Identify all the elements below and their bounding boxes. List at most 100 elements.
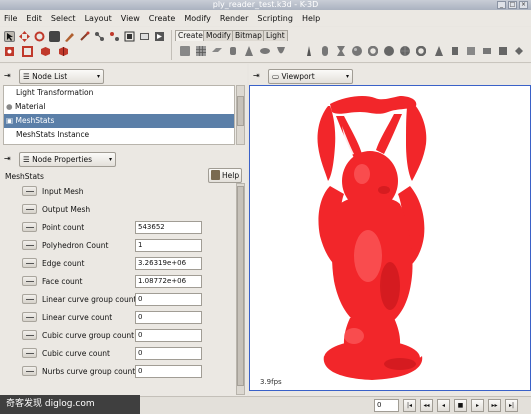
unparent-tool-icon[interactable] [109, 31, 120, 42]
menu-select[interactable]: Select [51, 14, 76, 23]
select-edges-icon[interactable] [22, 46, 33, 57]
minimize-button[interactable]: _ [497, 1, 506, 9]
rewind-button[interactable]: ◂◂ [420, 399, 433, 412]
connector-icon[interactable] [22, 366, 37, 376]
snap-tool-icon[interactable] [124, 31, 135, 42]
list-item[interactable]: ● Material [4, 100, 234, 114]
go-to-start-button[interactable]: |◂ [403, 399, 416, 412]
list-item[interactable]: Light Transformation [4, 86, 234, 100]
create-polytorus-icon[interactable] [415, 45, 427, 57]
menu-create[interactable]: Create [149, 14, 176, 23]
connector-icon[interactable] [22, 204, 37, 214]
node-list-scrollbar[interactable] [236, 85, 245, 145]
property-value-field[interactable]: 3.26319e+06 [135, 257, 202, 270]
connector-icon[interactable] [22, 258, 37, 268]
tab-create[interactable]: Create [175, 30, 206, 41]
connector-icon[interactable] [22, 222, 37, 232]
list-item[interactable]: MeshStats Instance [4, 128, 234, 142]
select-faces-icon[interactable] [40, 46, 51, 57]
property-value-field[interactable]: 0 [135, 329, 202, 342]
create-sphere-icon[interactable] [352, 46, 362, 56]
property-value-field[interactable]: 0 [135, 293, 202, 306]
scrollbar-thumb[interactable] [237, 186, 244, 386]
move-tool-icon[interactable] [19, 31, 30, 42]
paint-tool-icon[interactable] [64, 31, 75, 42]
menu-layout[interactable]: Layout [85, 14, 112, 23]
scrollbar-thumb[interactable] [237, 96, 244, 126]
parent-tool-icon[interactable] [94, 31, 105, 42]
viewport-panel-selector[interactable]: ▭ Viewport ▾ [268, 68, 353, 84]
frame-field[interactable]: 0 [374, 399, 399, 412]
node-properties-header: ⇥ ☰ Node Properties ▾ [0, 149, 247, 169]
create-plane-icon[interactable] [212, 46, 222, 56]
menu-file[interactable]: File [4, 14, 17, 23]
create-polydisk-icon[interactable] [482, 46, 492, 56]
property-value-field[interactable]: 0 [135, 347, 202, 360]
tab-modify[interactable]: Modify [203, 30, 234, 41]
play-reverse-button[interactable]: ◂ [437, 399, 450, 412]
connector-icon[interactable] [22, 348, 37, 358]
scale-tool-icon[interactable] [49, 31, 60, 42]
maximize-button[interactable]: □ [508, 1, 517, 9]
create-polycylinder-icon[interactable] [450, 46, 460, 56]
node-properties-panel-selector[interactable]: ☰ Node Properties ▾ [19, 151, 116, 167]
property-value-field[interactable]: 0 [135, 365, 202, 378]
create-point-light-icon[interactable] [304, 46, 314, 56]
create-cylinder-icon[interactable] [228, 46, 238, 56]
create-paraboloid-icon[interactable] [276, 46, 286, 56]
tab-bitmap[interactable]: Bitmap [232, 30, 265, 41]
properties-scrollbar[interactable] [236, 183, 245, 395]
stop-button[interactable]: ■ [454, 399, 467, 412]
select-tool-icon[interactable] [4, 31, 15, 42]
fast-forward-button[interactable]: ▸▸ [488, 399, 501, 412]
menu-render[interactable]: Render [220, 14, 248, 23]
rotate-tool-icon[interactable] [34, 31, 45, 42]
list-item-selected[interactable]: ▣ MeshStats [4, 114, 234, 128]
create-grid-icon[interactable] [196, 46, 206, 56]
pin-icon[interactable]: ⇥ [253, 72, 263, 80]
create-teapot-icon[interactable] [400, 46, 410, 56]
create-capsule-icon[interactable] [320, 46, 330, 56]
create-polysphere-icon[interactable] [384, 46, 394, 56]
property-label: Output Mesh [42, 205, 91, 214]
create-disk-icon[interactable] [260, 46, 270, 56]
property-value-field[interactable]: 0 [135, 311, 202, 324]
pin-icon[interactable]: ⇥ [4, 155, 14, 163]
property-value-field[interactable]: 1 [135, 239, 202, 252]
play-button[interactable]: ▸ [471, 399, 484, 412]
connector-icon[interactable] [22, 276, 37, 286]
select-nodes-icon[interactable] [58, 46, 69, 57]
connector-icon[interactable] [22, 240, 37, 250]
connector-icon[interactable] [22, 294, 37, 304]
viewport-canvas[interactable]: 3.9fps [249, 85, 531, 391]
render-frame-icon[interactable] [154, 31, 165, 42]
connector-icon[interactable] [22, 312, 37, 322]
go-to-end-button[interactable]: ▸| [505, 399, 518, 412]
connector-icon[interactable] [22, 186, 37, 196]
pin-icon[interactable]: ⇥ [4, 72, 14, 80]
tweak-tool-icon[interactable] [79, 31, 90, 42]
node-list-panel-selector[interactable]: ☰ Node List ▾ [19, 68, 104, 84]
create-polycube-icon[interactable] [498, 46, 508, 56]
create-more-icon[interactable] [514, 46, 524, 56]
menu-scripting[interactable]: Scripting [257, 14, 293, 23]
create-polygrid-icon[interactable] [466, 46, 476, 56]
menu-edit[interactable]: Edit [26, 14, 42, 23]
create-cube-icon[interactable] [180, 46, 190, 56]
select-points-icon[interactable] [4, 46, 15, 57]
menu-modify[interactable]: Modify [184, 14, 211, 23]
property-value-field[interactable]: 543652 [135, 221, 202, 234]
menu-help[interactable]: Help [302, 14, 320, 23]
tab-light[interactable]: Light [263, 30, 288, 41]
create-polycone-icon[interactable] [434, 46, 444, 56]
create-cone-icon[interactable] [244, 46, 254, 56]
create-hyperboloid-icon[interactable] [336, 46, 346, 56]
property-label: Face count [42, 277, 83, 286]
render-preview-icon[interactable] [139, 31, 150, 42]
create-torus-icon[interactable] [367, 45, 379, 57]
menu-view[interactable]: View [121, 14, 140, 23]
connector-icon[interactable] [22, 330, 37, 340]
property-value-field[interactable]: 1.08772e+06 [135, 275, 202, 288]
close-button[interactable]: × [519, 1, 528, 9]
help-button[interactable]: Help [208, 168, 242, 183]
